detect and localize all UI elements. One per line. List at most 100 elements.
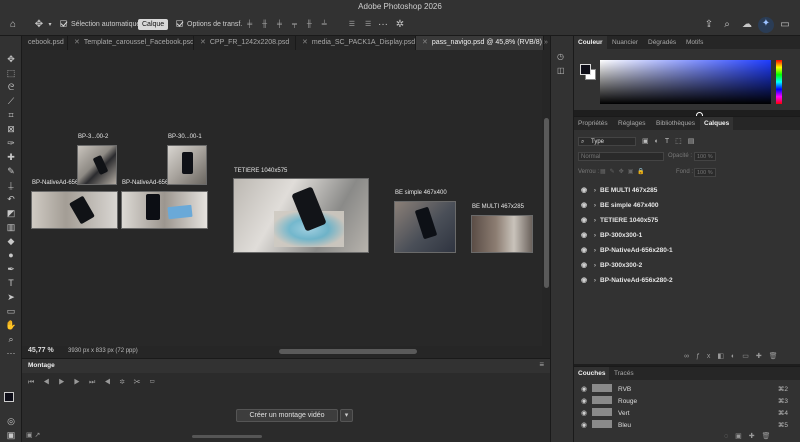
layer-filter-dropdown[interactable]: ⌕ Type — [578, 137, 636, 146]
brush-tool-icon[interactable]: ✎ — [4, 164, 18, 178]
hue-slider[interactable] — [776, 60, 782, 104]
create-video-timeline-button[interactable]: Créer un montage vidéo — [236, 409, 338, 422]
chevron-right-icon[interactable]: › — [590, 198, 600, 213]
tab-swatches[interactable]: Nuancier — [608, 36, 642, 49]
chevron-right-icon[interactable]: › — [590, 183, 600, 198]
close-icon[interactable]: ✕ — [302, 39, 308, 46]
chevron-right-icon[interactable]: › — [590, 213, 600, 228]
search-icon[interactable]: ⌕ — [720, 18, 734, 32]
foreground-swatch[interactable] — [4, 392, 14, 402]
artboard-label[interactable]: BP-30...00-1 — [168, 134, 202, 140]
layer-actions-toolbar[interactable]: ∞ƒx◧◐▭✚🗑 — [684, 352, 785, 360]
move-tool-icon[interactable]: ✥ — [4, 52, 18, 66]
eraser-tool-icon[interactable]: ◩ — [4, 206, 18, 220]
artboard-label[interactable]: TETIERE 1040x575 — [234, 168, 287, 174]
tab-layers[interactable]: Calques — [700, 117, 734, 130]
scrollbar-thumb[interactable] — [543, 118, 549, 288]
canvas-area[interactable]: BP-3...00-2 BP-30...00-1 BP-NativeAd-656… — [22, 50, 542, 346]
eye-icon[interactable]: ◉ — [578, 183, 590, 198]
discover-icon[interactable]: ✦ — [758, 17, 774, 33]
screen-mode-icon[interactable]: ▣ — [4, 428, 18, 442]
eyedropper-tool-icon[interactable]: ✑ — [4, 136, 18, 150]
layer-row[interactable]: ◉ › BP-NativeAd-656x280-1 — [574, 243, 800, 258]
zoom-level[interactable]: 45,77 % — [28, 347, 54, 354]
document-size[interactable]: 3930 px x 833 px (72 ppp) — [68, 348, 138, 354]
artboard-be-multi[interactable] — [471, 215, 533, 253]
opacity-field[interactable]: 100 % — [694, 152, 716, 161]
layer-row[interactable]: ◉ › BP-300x300-2 — [574, 258, 800, 273]
timeline-zoom-slider[interactable] — [192, 435, 262, 438]
quick-select-tool-icon[interactable]: ⟋ — [4, 94, 18, 108]
channel-row[interactable]: ◉ Vert ⌘4 — [574, 408, 800, 420]
eye-icon[interactable]: ◉ — [578, 273, 590, 288]
type-tool-icon[interactable]: T — [4, 276, 18, 290]
tab-patterns[interactable]: Motifs — [682, 36, 707, 49]
eye-icon[interactable]: ◉ — [578, 420, 590, 432]
artboard-label[interactable]: BE MULTI 467x285 — [472, 204, 524, 210]
chevron-right-icon[interactable]: › — [590, 258, 600, 273]
dodge-tool-icon[interactable]: ● — [4, 248, 18, 262]
blend-mode-dropdown[interactable]: Normal — [578, 152, 664, 161]
3d-icon[interactable]: ✲ — [393, 18, 407, 32]
tab-color[interactable]: Couleur — [574, 36, 607, 49]
tab-document-active[interactable]: ✕ pass_navigo.psd @ 45,8% (RVB/8) — [416, 36, 544, 50]
tab-document-4[interactable]: ✕ media_SC_PACK1A_Display.psd — [296, 36, 416, 50]
eye-icon[interactable]: ◉ — [578, 198, 590, 213]
eye-icon[interactable]: ◉ — [578, 213, 590, 228]
eye-icon[interactable]: ◉ — [578, 243, 590, 258]
eye-icon[interactable]: ◉ — [578, 408, 590, 420]
artboard-label[interactable]: BP-3...00-2 — [78, 134, 108, 140]
artboard-nativead-1[interactable] — [121, 191, 208, 229]
eye-icon[interactable]: ◉ — [578, 396, 590, 408]
fill-field[interactable]: 100 % — [694, 168, 716, 177]
close-icon[interactable]: ✕ — [74, 39, 80, 46]
lock-icons[interactable]: ▦✎✥▣🔒 — [600, 168, 649, 175]
artboard-be-simple[interactable] — [394, 201, 456, 253]
artboard-nativead-2[interactable] — [31, 191, 118, 229]
frame-tool-icon[interactable]: ⊠ — [4, 122, 18, 136]
checkbox-icon[interactable] — [60, 20, 67, 27]
history-icon[interactable]: ◷ — [557, 52, 564, 61]
render-icon[interactable]: ▣ ↗ — [26, 431, 40, 439]
zoom-tool-icon[interactable]: ⌕ — [4, 332, 18, 346]
rectangle-tool-icon[interactable]: ▭ — [4, 304, 18, 318]
vertical-scrollbar[interactable] — [542, 50, 550, 346]
hand-tool-icon[interactable]: ✋ — [4, 318, 18, 332]
playback-controls[interactable]: ⏮◀▶▶⏭◀✲✂▭ — [28, 379, 164, 387]
layer-row[interactable]: ◉ › BE simple 467x400 — [574, 198, 800, 213]
chevron-down-icon[interactable]: ▾ — [46, 18, 54, 32]
tab-adjustments[interactable]: Réglages — [614, 117, 649, 130]
history-brush-tool-icon[interactable]: ↶ — [4, 192, 18, 206]
chevron-right-icon[interactable]: › — [590, 228, 600, 243]
blur-tool-icon[interactable]: ◆ — [4, 234, 18, 248]
path-select-tool-icon[interactable]: ➤ — [4, 290, 18, 304]
layer-row[interactable]: ◉ › TETIERE 1040x575 — [574, 213, 800, 228]
home-icon[interactable]: ⌂ — [6, 18, 20, 32]
share-icon[interactable]: ⇪ — [702, 18, 716, 32]
layer-row[interactable]: ◉ › BE MULTI 467x285 — [574, 183, 800, 198]
more-tools-icon[interactable]: ··· — [4, 346, 18, 360]
chevron-right-icon[interactable]: › — [590, 243, 600, 258]
eye-icon[interactable]: ◉ — [578, 384, 590, 396]
chevron-right-icon[interactable]: › — [590, 273, 600, 288]
pen-tool-icon[interactable]: ✒ — [4, 262, 18, 276]
tab-properties[interactable]: Propriétés — [574, 117, 612, 130]
workspace-icon[interactable]: ▭ — [778, 18, 792, 32]
properties-icon[interactable]: ◫ — [557, 66, 565, 75]
chevron-down-icon[interactable]: ▾ — [340, 409, 353, 422]
tab-document-2[interactable]: ✕ Template_caroussel_Facebook.psd — [68, 36, 194, 50]
tab-document-3[interactable]: ✕ CPP_FR_1242x2208.psd — [194, 36, 296, 50]
horizontal-scrollbar-thumb[interactable] — [279, 349, 417, 354]
artboard-label[interactable]: BE simple 467x400 — [395, 190, 447, 196]
stamp-tool-icon[interactable]: ⍊ — [4, 178, 18, 192]
artboard-tetiere[interactable] — [233, 178, 369, 253]
cloud-icon[interactable]: ☁ — [740, 18, 754, 32]
auto-select-checkbox[interactable]: Sélection automatique : — [60, 18, 144, 32]
timeline-title[interactable]: Montage — [28, 362, 55, 369]
channel-row[interactable]: ◉ Rouge ⌘3 — [574, 396, 800, 408]
more-icon[interactable]: ··· — [376, 18, 390, 32]
move-icon[interactable]: ✥ — [32, 18, 46, 32]
channel-actions-toolbar[interactable]: ◌▣✚🗑 — [724, 432, 778, 440]
close-icon[interactable]: ✕ — [422, 39, 428, 46]
channel-row[interactable]: ◉ Bleu ⌘5 — [574, 420, 800, 432]
